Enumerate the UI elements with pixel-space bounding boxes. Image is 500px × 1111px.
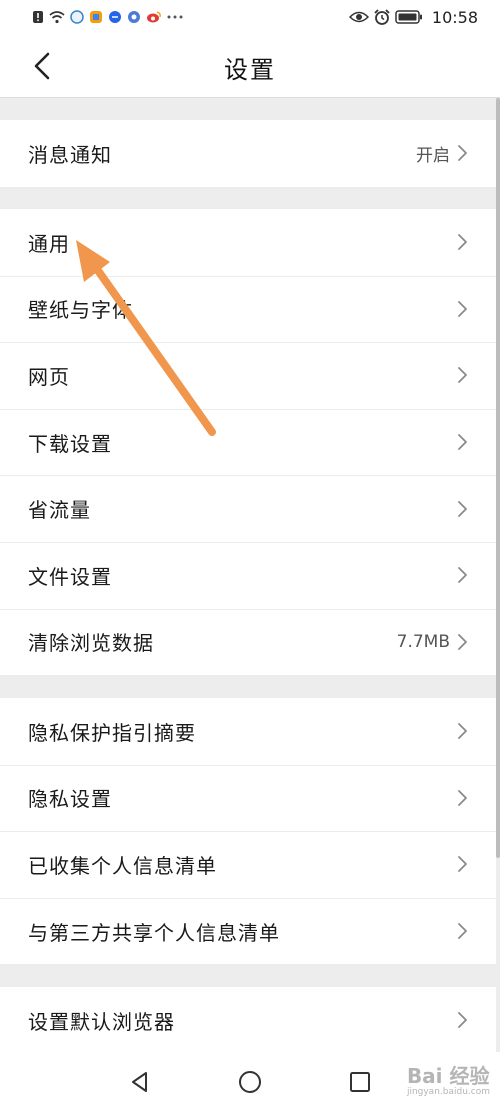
settings-item-label: 消息通知 [28, 142, 112, 167]
settings-item-label: 清除浏览数据 [28, 631, 154, 656]
watermark-text: Bai 经验 [406, 1064, 490, 1088]
settings-item-label: 壁纸与字体 [28, 298, 133, 323]
settings-item-file[interactable]: 文件设置 [0, 541, 496, 609]
recents-square-icon [350, 1071, 370, 1092]
settings-item-wallpaper-font[interactable]: 壁纸与字体 [0, 275, 496, 343]
watermark: Bai 经验 jingyan.baidu.com [407, 1060, 490, 1097]
settings-item-clear-browsing-data[interactable]: 清除浏览数据 7.7MB [0, 608, 496, 676]
app-icon-3 [108, 10, 122, 24]
settings-item-third-party-sharing-list[interactable]: 与第三方共享个人信息清单 [0, 897, 496, 965]
settings-item-label: 省流量 [28, 498, 91, 523]
settings-item-general[interactable]: 通用 [0, 209, 496, 276]
settings-item-label: 与第三方共享个人信息清单 [28, 920, 280, 945]
chevron-right-icon [458, 145, 467, 162]
wifi-icon [49, 10, 65, 24]
watermark-subtext: jingyan.baidu.com [406, 1087, 490, 1097]
clock-time: 10:58 [431, 7, 478, 27]
nav-home-button[interactable] [230, 1062, 270, 1102]
chevron-right-icon [458, 300, 467, 317]
app-icon-2 [89, 10, 103, 24]
status-bar-left-icons [32, 10, 183, 24]
notification-icon [32, 10, 44, 24]
settings-item-label: 下载设置 [28, 431, 112, 456]
weibo-icon [146, 10, 162, 24]
alarm-icon [374, 9, 390, 25]
app-icon-1 [70, 10, 84, 24]
status-bar: 10:58 [0, 0, 500, 34]
settings-group-notifications: 消息通知 开启 [0, 120, 496, 187]
settings-item-webpage[interactable]: 网页 [0, 342, 496, 409]
chevron-right-icon [458, 1012, 467, 1029]
settings-screen: 10:58 设置 消息通知 开启 通用 壁纸与字体 网页 下载设置 省流量 文件… [0, 0, 500, 1111]
chevron-right-icon [458, 923, 467, 939]
chevron-right-icon [458, 723, 467, 740]
status-bar-right-icons: 10:58 [348, 7, 478, 27]
chevron-right-icon [458, 367, 467, 384]
chevron-right-icon [458, 789, 467, 806]
settings-item-label: 文件设置 [28, 564, 112, 589]
more-icon [167, 14, 183, 20]
settings-item-message-notification[interactable]: 消息通知 开启 [0, 120, 496, 187]
settings-item-data-saver[interactable]: 省流量 [0, 475, 496, 542]
settings-item-label: 隐私设置 [28, 787, 112, 812]
settings-item-privacy-summary[interactable]: 隐私保护指引摘要 [0, 698, 496, 765]
settings-item-privacy-settings[interactable]: 隐私设置 [0, 764, 496, 832]
settings-item-default-browser[interactable]: 设置默认浏览器 [0, 987, 496, 1054]
settings-item-download[interactable]: 下载设置 [0, 408, 496, 476]
scrollbar[interactable] [496, 98, 500, 858]
page-title: 设置 [224, 56, 276, 84]
settings-item-label: 通用 [28, 231, 70, 256]
chevron-right-icon [458, 567, 467, 584]
battery-icon [395, 10, 423, 24]
settings-group-default-browser: 设置默认浏览器 [0, 987, 496, 1054]
chevron-right-icon [458, 633, 467, 650]
settings-group-general: 通用 壁纸与字体 网页 下载设置 省流量 文件设置 清除浏览数据 7.7MB [0, 209, 496, 676]
nav-back-button[interactable] [120, 1062, 160, 1102]
app-icon-4 [127, 10, 141, 24]
settings-item-label: 已收集个人信息清单 [28, 853, 217, 878]
settings-item-value: 开启 [416, 145, 450, 166]
chevron-right-icon [458, 234, 467, 251]
settings-item-label: 网页 [28, 364, 70, 389]
chevron-right-icon [458, 434, 467, 450]
settings-item-value: 7.7MB [396, 631, 450, 652]
eye-icon [348, 10, 369, 24]
chevron-right-icon [458, 856, 467, 873]
nav-recents-button[interactable] [340, 1062, 380, 1102]
settings-item-collected-info-list[interactable]: 已收集个人信息清单 [0, 831, 496, 898]
settings-item-label: 设置默认浏览器 [28, 1009, 175, 1034]
back-triangle-icon [132, 1071, 147, 1092]
settings-item-label: 隐私保护指引摘要 [28, 720, 196, 745]
settings-group-privacy: 隐私保护指引摘要 隐私设置 已收集个人信息清单 与第三方共享个人信息清单 [0, 698, 496, 965]
home-circle-icon [239, 1070, 261, 1093]
chevron-right-icon [458, 500, 467, 517]
title-bar: 设置 [0, 34, 500, 98]
